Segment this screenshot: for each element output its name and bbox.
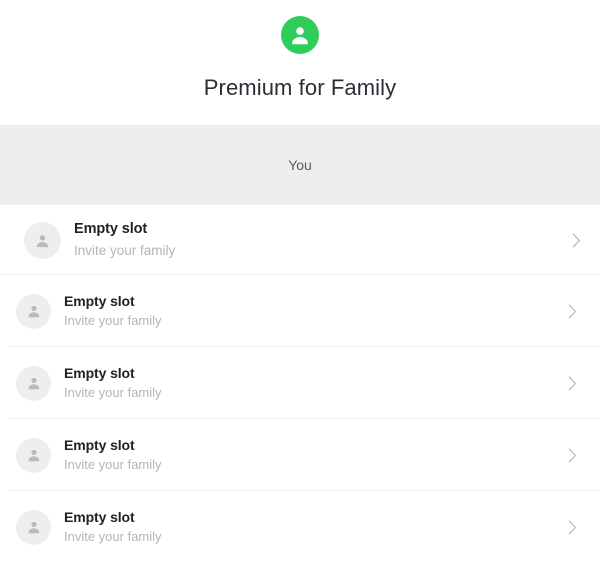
list-item[interactable]: Empty slot Invite your family (0, 491, 600, 563)
list-item-subtitle: Invite your family (64, 529, 162, 544)
list-item-text: Empty slot Invite your family (64, 364, 566, 402)
chevron-right-icon[interactable] (566, 447, 578, 463)
person-placeholder-icon (24, 221, 61, 259)
list-item-title: Empty slot (64, 437, 135, 453)
page-title: Premium for Family (203, 75, 397, 100)
chevron-right-icon[interactable] (566, 303, 578, 319)
list-item-text: Empty slot Invite your family (64, 436, 566, 474)
section-band-label: You (288, 157, 312, 173)
list-item-title: Empty slot (74, 221, 148, 237)
page-header: Premium for Family (0, 0, 600, 125)
list-item-subtitle: Invite your family (64, 457, 162, 472)
list-item-text: Empty slot Invite your family (64, 508, 566, 546)
list-item-title: Empty slot (64, 365, 135, 381)
list-item-subtitle: Invite your family (64, 313, 162, 328)
list-item-text: Empty slot Invite your family (64, 292, 566, 330)
list-item[interactable]: Empty slot Invite your family (0, 419, 600, 491)
chevron-right-icon[interactable] (566, 375, 578, 391)
list-item-title: Empty slot (64, 293, 135, 309)
person-placeholder-icon (16, 509, 51, 545)
chevron-right-icon[interactable] (566, 519, 578, 535)
list-item[interactable]: Empty slot Invite your family (0, 205, 600, 275)
chevron-right-icon[interactable] (570, 232, 582, 248)
list-item[interactable]: Empty slot Invite your family (0, 275, 600, 347)
person-placeholder-icon (16, 437, 51, 473)
family-slot-list: Empty slot Invite your family Empty slot… (0, 205, 600, 563)
person-circle-icon (281, 16, 319, 54)
list-item-subtitle: Invite your family (64, 385, 162, 400)
person-placeholder-icon (16, 365, 51, 401)
list-item[interactable]: Empty slot Invite your family (0, 347, 600, 419)
list-item-subtitle: Invite your family (74, 243, 176, 258)
person-placeholder-icon (16, 293, 51, 329)
section-band-you: You (0, 125, 600, 205)
list-item-text: Empty slot Invite your family (74, 220, 570, 260)
list-item-title: Empty slot (64, 509, 135, 525)
